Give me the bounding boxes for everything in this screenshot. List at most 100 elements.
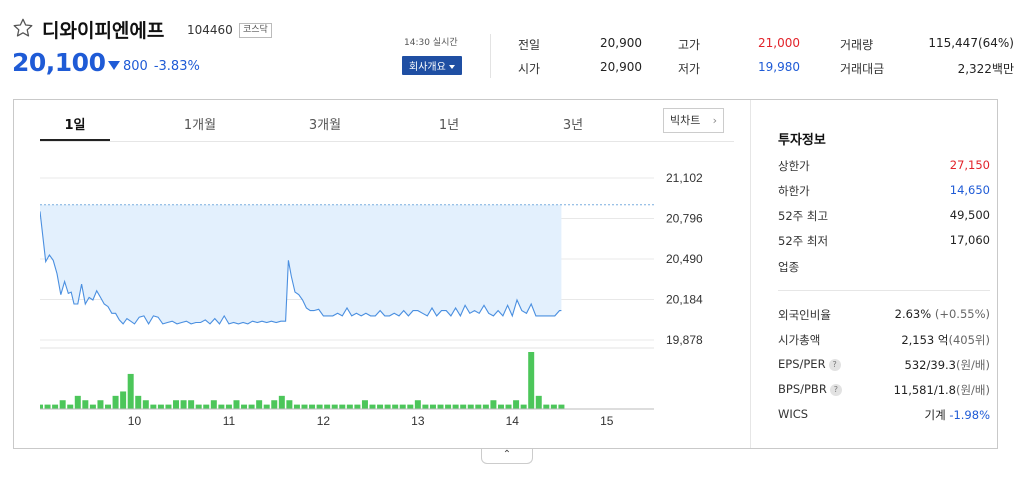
invest-row-lower-limit: 하한가 14,650: [778, 183, 990, 199]
tab-1day[interactable]: 1일: [40, 114, 110, 133]
tab-3month[interactable]: 3개월: [290, 114, 360, 133]
volume-bar: [188, 400, 195, 409]
quote-value: 21,000: [758, 36, 800, 50]
volume-bar: [89, 404, 96, 409]
volume-bar: [377, 404, 384, 409]
volume-bar: [120, 391, 127, 409]
tab-1year[interactable]: 1년: [414, 114, 484, 133]
wics-sector[interactable]: 기계: [924, 408, 945, 422]
volume-bar: [165, 404, 172, 409]
volume-bar: [316, 404, 323, 409]
volume-bar: [422, 404, 429, 409]
volume-bar: [256, 400, 263, 409]
company-overview-button[interactable]: 회사개요: [402, 56, 462, 75]
volume-bar: [112, 395, 119, 409]
volume-bar: [513, 400, 520, 409]
help-icon[interactable]: ?: [828, 359, 841, 371]
stock-name: 디와이피엔에프: [42, 20, 165, 42]
change-percent: -3.83%: [153, 59, 200, 74]
invest-label: 52주 최고: [778, 209, 829, 223]
volume-bar: [346, 404, 353, 409]
volume-bar: [278, 395, 285, 409]
volume-bar: [528, 352, 535, 409]
volume-bar: [392, 404, 399, 409]
volume-bar: [520, 404, 527, 409]
company-overview-label: 회사개요: [409, 62, 446, 73]
favorite-star-icon[interactable]: [12, 17, 34, 39]
period-tabs: 1일 1개월 3개월 1년 3년 빅차트 ›: [14, 100, 750, 142]
volume-bar: [460, 404, 467, 409]
x-tick-label: 15: [600, 414, 614, 428]
invest-label: WICS: [778, 407, 809, 421]
invest-label: 52주 최저: [778, 234, 829, 248]
y-tick-label: 20,796: [666, 212, 703, 226]
tab-3year[interactable]: 3년: [538, 114, 608, 133]
volume-bar: [482, 404, 489, 409]
volume-bar: [301, 404, 308, 409]
volume-bar: [248, 404, 255, 409]
volume-bar: [67, 404, 74, 409]
y-axis-labels: 21,102 20,796 20,490 20,184 19,878: [666, 171, 703, 347]
header-divider: [490, 34, 491, 78]
invest-row-52w-high: 52주 최고 49,500: [778, 208, 990, 224]
volume-bar: [218, 404, 225, 409]
invest-value: 2,153 억(405위): [901, 332, 990, 348]
invest-label: 하한가: [778, 184, 810, 198]
invest-value: 2.63% (+0.55%): [895, 307, 990, 321]
bps-pbr-label: BPS/PBR: [778, 382, 827, 396]
invest-value: 14,650: [949, 183, 990, 197]
volume-bar: [293, 404, 300, 409]
chart-panel: 1일 1개월 3개월 1년 3년 빅차트 › 21,102 20,796 20,490…: [13, 99, 998, 449]
bps-pbr-unit: (원/배): [955, 383, 990, 397]
chevron-down-icon: [448, 65, 455, 69]
volume-bar: [339, 404, 346, 409]
invest-row-upper-limit: 상한가 27,150: [778, 158, 990, 174]
invest-row-sector: 업종: [778, 259, 990, 275]
volume-bar: [82, 400, 89, 409]
volume-bar: [59, 400, 66, 409]
volume-bar: [44, 404, 51, 409]
invest-row-52w-low: 52주 최저 17,060: [778, 233, 990, 249]
volume-bar: [203, 404, 210, 409]
quote-value: 115,447(64%): [928, 36, 1014, 50]
volume-bar: [467, 404, 474, 409]
invest-value: 11,581/1.8(원/배): [894, 382, 990, 398]
y-tick-label: 19,878: [666, 333, 703, 347]
realtime-label: 14:30 실시간: [404, 38, 458, 48]
panel-divider: [750, 100, 751, 448]
big-chart-button[interactable]: 빅차트 ›: [663, 108, 724, 133]
quote-label: 고가: [678, 38, 701, 52]
invest-row-bps-pbr: BPS/PBR? 11,581/1.8(원/배): [778, 382, 990, 398]
foreign-ratio-change: (+0.55%): [934, 307, 990, 321]
volume-bar: [180, 400, 187, 409]
invest-value: 17,060: [949, 233, 990, 247]
quote-label: 거래량: [840, 38, 874, 52]
help-icon[interactable]: ?: [829, 384, 842, 396]
volume-bar: [490, 400, 497, 409]
volume-bar: [429, 404, 436, 409]
volume-bar: [361, 400, 368, 409]
y-tick-label: 20,184: [666, 293, 703, 307]
volume-bar: [127, 373, 134, 409]
quote-label: 시가: [518, 62, 541, 76]
quote-value: 20,900: [600, 60, 642, 74]
quote-label: 저가: [678, 62, 701, 76]
foreign-ratio-value: 2.63%: [894, 307, 932, 321]
wics-change: -1.98%: [949, 408, 990, 422]
volume-bar: [74, 395, 81, 409]
volume-bar: [286, 400, 293, 409]
volume-bar: [369, 404, 376, 409]
invest-row-foreign-ratio: 외국인비율 2.63% (+0.55%): [778, 307, 990, 323]
stock-header: 디와이피엔에프 104460 코스닥 20,100 800 -3.83% 14:3…: [12, 14, 1022, 84]
tab-1month[interactable]: 1개월: [165, 114, 235, 133]
market-cap-value: 2,153 억: [901, 333, 949, 347]
price-change: 800 -3.83%: [108, 59, 200, 74]
volume-bar: [157, 404, 164, 409]
volume-bar: [399, 404, 406, 409]
volume-bar: [407, 404, 414, 409]
volume-bar: [445, 404, 452, 409]
invest-label: BPS/PBR?: [778, 382, 842, 396]
invest-value: 기계 -1.98%: [924, 407, 990, 423]
collapse-button[interactable]: ⌃: [481, 449, 533, 464]
x-tick-label: 10: [128, 414, 142, 428]
